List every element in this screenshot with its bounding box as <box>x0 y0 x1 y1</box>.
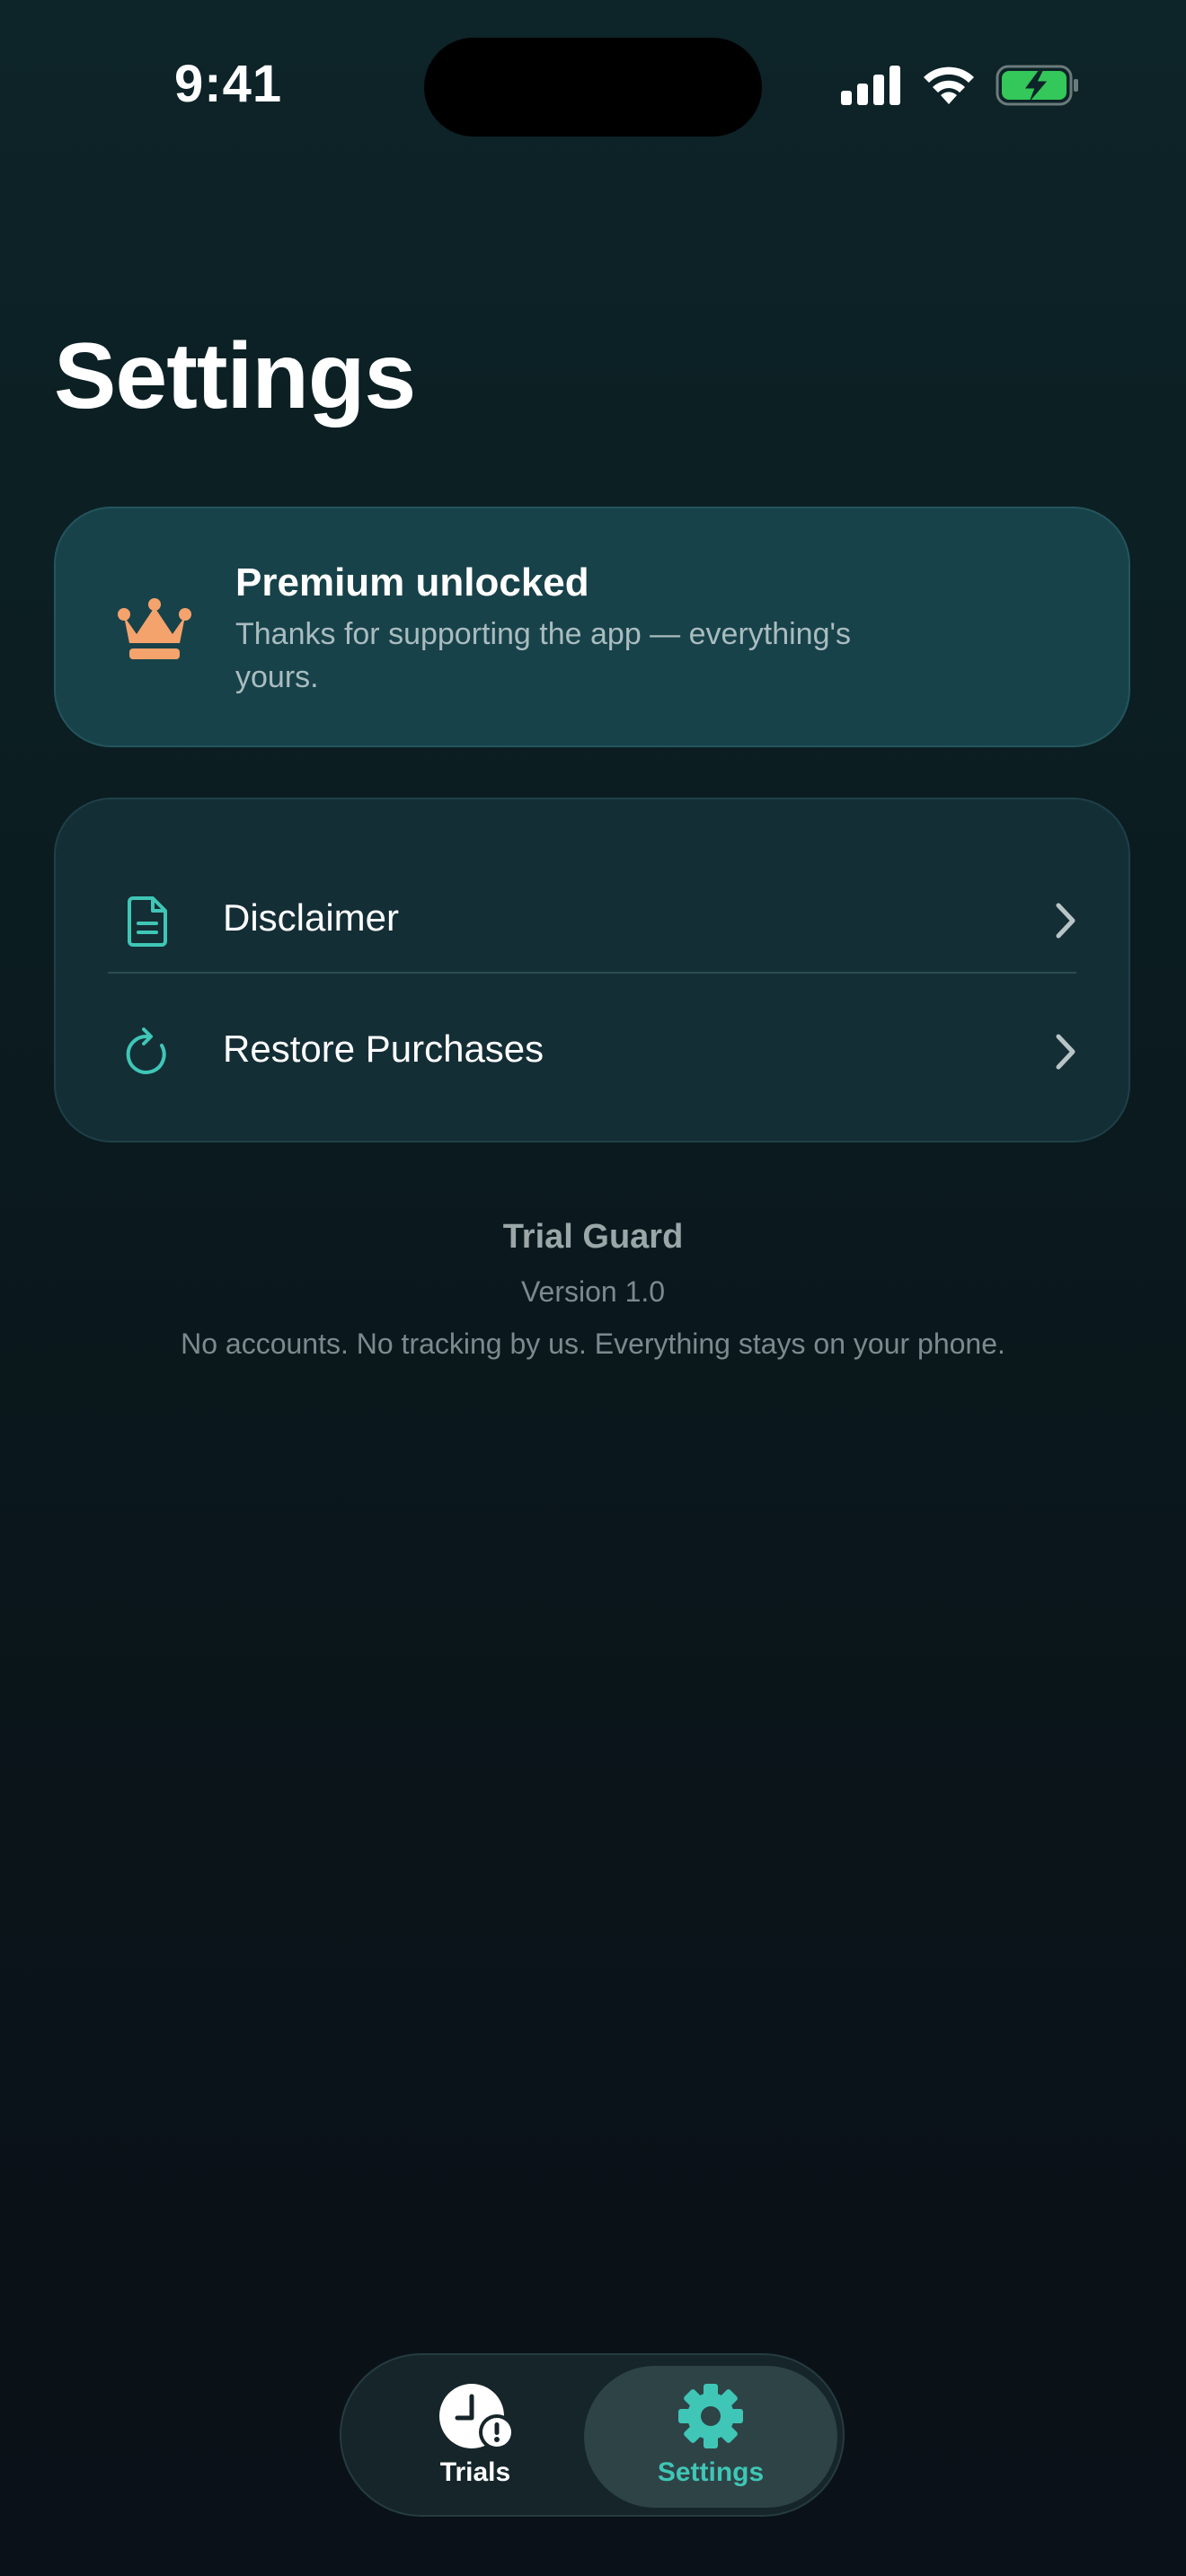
restore-purchases-label: Restore Purchases <box>223 1028 544 1070</box>
document-icon <box>128 896 167 947</box>
tab-trials-label: Trials <box>439 2457 511 2487</box>
wifi-icon <box>924 66 974 104</box>
crown-icon <box>118 598 191 659</box>
app-tagline: No accounts. No tracking by us. Everythi… <box>181 1328 1005 1360</box>
status-time: 9:41 <box>174 55 283 113</box>
chevron-right-icon <box>1056 1034 1075 1070</box>
tab-settings[interactable]: Settings <box>584 2366 837 2508</box>
battery-charging-icon <box>996 65 1078 106</box>
refresh-icon <box>126 1028 166 1074</box>
menu-divider <box>108 972 1076 974</box>
cellular-signal-icon <box>841 66 900 105</box>
status-icons <box>841 63 1080 108</box>
app-version: Version 1.0 <box>520 1275 666 1308</box>
disclaimer-label: Disclaimer <box>223 896 400 939</box>
tab-settings-label: Settings <box>657 2457 765 2487</box>
disclaimer-row[interactable]: Disclaimer <box>56 855 1128 986</box>
tab-trials[interactable]: Trials <box>349 2366 602 2508</box>
page-title: Settings <box>54 324 416 428</box>
restore-purchases-row[interactable]: Restore Purchases <box>56 986 1128 1117</box>
app-name: Trial Guard <box>502 1218 684 1256</box>
tab-bar: Trials Settings <box>340 2353 845 2517</box>
premium-status-card: Premium unlocked Thanks for supporting t… <box>54 507 1130 747</box>
dynamic-island <box>424 38 762 137</box>
premium-subtitle: Thanks for supporting the app — everythi… <box>235 617 851 694</box>
gear-icon <box>678 2384 743 2448</box>
chevron-right-icon <box>1056 903 1075 939</box>
premium-title: Premium unlocked <box>235 560 589 604</box>
settings-menu-card: Disclaimer Restore Purchases <box>54 798 1130 1142</box>
clock-alert-icon <box>439 2384 513 2450</box>
